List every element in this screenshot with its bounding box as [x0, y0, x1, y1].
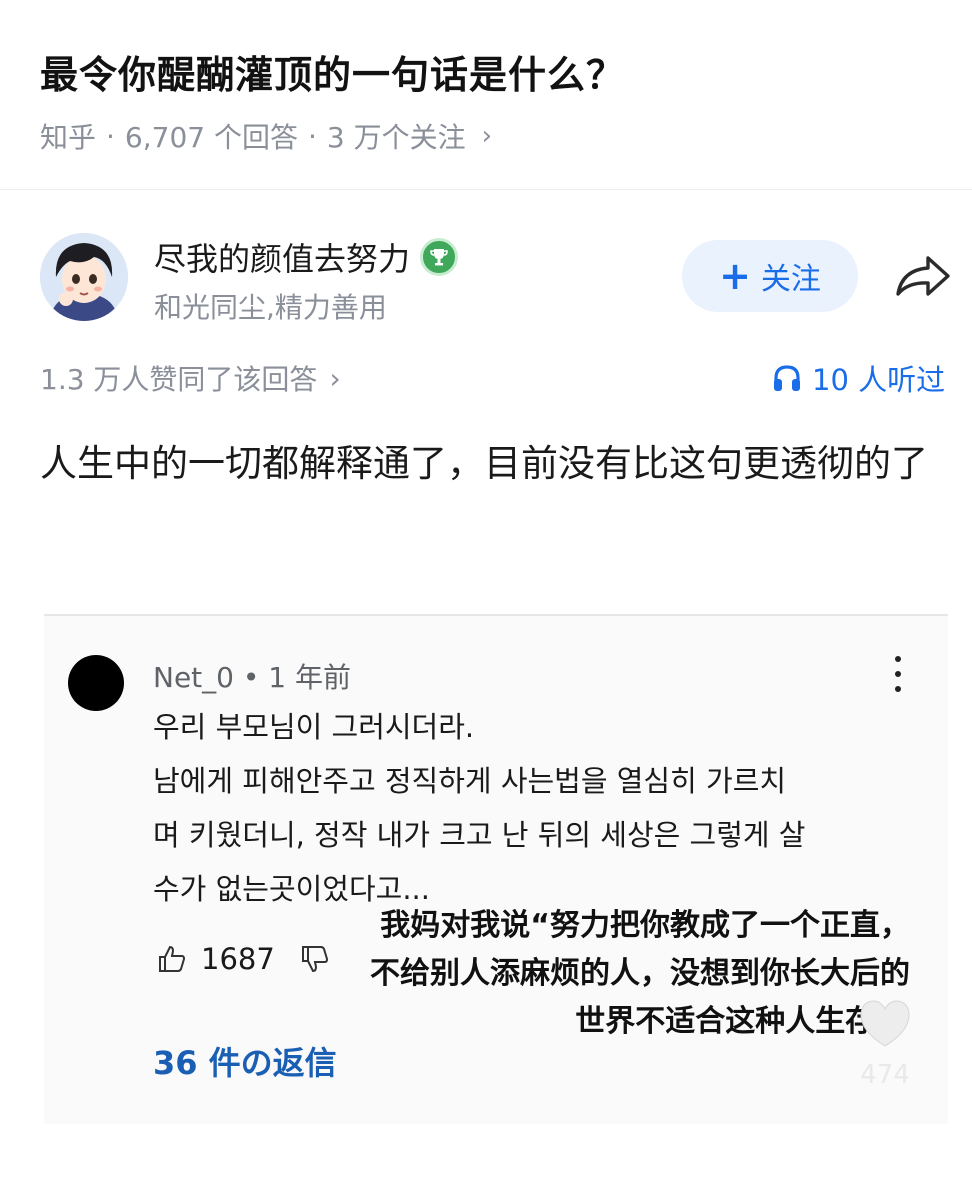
meta-dot: ·: [106, 119, 115, 153]
thumbs-up-icon: [159, 945, 186, 972]
answer-text: 人生中的一切都解释通了，目前没有比这句更透彻的了: [40, 442, 928, 485]
question-title: 最令你醍醐灌顶的一句话是什么？: [40, 53, 626, 97]
comment-meta: Net_0 • 1 年前: [153, 661, 351, 694]
commenter-avatar: [68, 655, 124, 711]
author-name[interactable]: 尽我的颜值去努力: [154, 234, 410, 280]
replies-link: 36 件の返信: [153, 1044, 337, 1082]
plus-icon: +: [719, 254, 751, 298]
share-icon[interactable]: [894, 252, 952, 300]
upvote-summary[interactable]: 1.3 万人赞同了该回答 ›: [40, 358, 341, 398]
follow-button[interactable]: + 关注: [682, 240, 858, 312]
meta-dot: ·: [307, 119, 317, 153]
like-count[interactable]: 474: [854, 1060, 916, 1090]
comment-like-count: 1687: [201, 942, 275, 976]
overlay-line: 世界不适合这种人生存。”: [575, 1004, 910, 1039]
upvote-count: 1.3 万人赞同了该回答: [40, 363, 318, 396]
overlay-line: 不给别人添麻烦的人，没想到你长大后的: [370, 956, 910, 991]
listen-count: 10 人听过: [812, 363, 946, 397]
trophy-badge-icon: [420, 238, 459, 276]
comment-line: 며 키웠더니, 정작 내가 크고 난 뒤의 세상은 그렇게 살: [153, 818, 806, 852]
follower-count: 3 万个关注: [326, 121, 466, 154]
follow-label: 关注: [760, 262, 821, 297]
divider: [0, 189, 972, 190]
chevron-right-icon: ›: [329, 361, 341, 395]
more-options-icon: [884, 656, 912, 692]
listen-count-button[interactable]: 10 人听过: [772, 357, 945, 399]
author-avatar[interactable]: [40, 233, 128, 321]
question-meta[interactable]: 知乎 · 6,707 个回答 · 3 万个关注 ›: [40, 116, 492, 156]
author-bio: 和光同尘,精力善用: [154, 291, 387, 324]
comment-like: 1687: [157, 942, 275, 976]
thumbs-down-icon: [302, 946, 329, 973]
avatar-illustration: [40, 233, 128, 321]
comment-line: 남에게 피해안주고 정직하게 사는법을 열심히 가르치: [153, 764, 787, 798]
answer-count: 6,707 个回答: [124, 121, 298, 154]
author-name-row[interactable]: 尽我的颜值去努力: [154, 234, 459, 280]
headphones-icon: [774, 365, 800, 391]
overlay-line: 我妈对我说“努力把你教成了一个正直，: [380, 908, 910, 943]
heart-icon[interactable]: [856, 996, 914, 1050]
chevron-right-icon[interactable]: ›: [482, 121, 492, 151]
source-label: 知乎: [40, 121, 97, 154]
translation-overlay: 我妈对我说“努力把你教成了一个正直， 不给别人添麻烦的人，没想到你长大后的 世界…: [330, 902, 910, 1046]
comment-text: 우리 부모님이 그러시더라. 남에게 피해안주고 정직하게 사는법을 열심히 가…: [153, 700, 893, 916]
comment-line: 우리 부모님이 그러시더라.: [153, 710, 475, 744]
